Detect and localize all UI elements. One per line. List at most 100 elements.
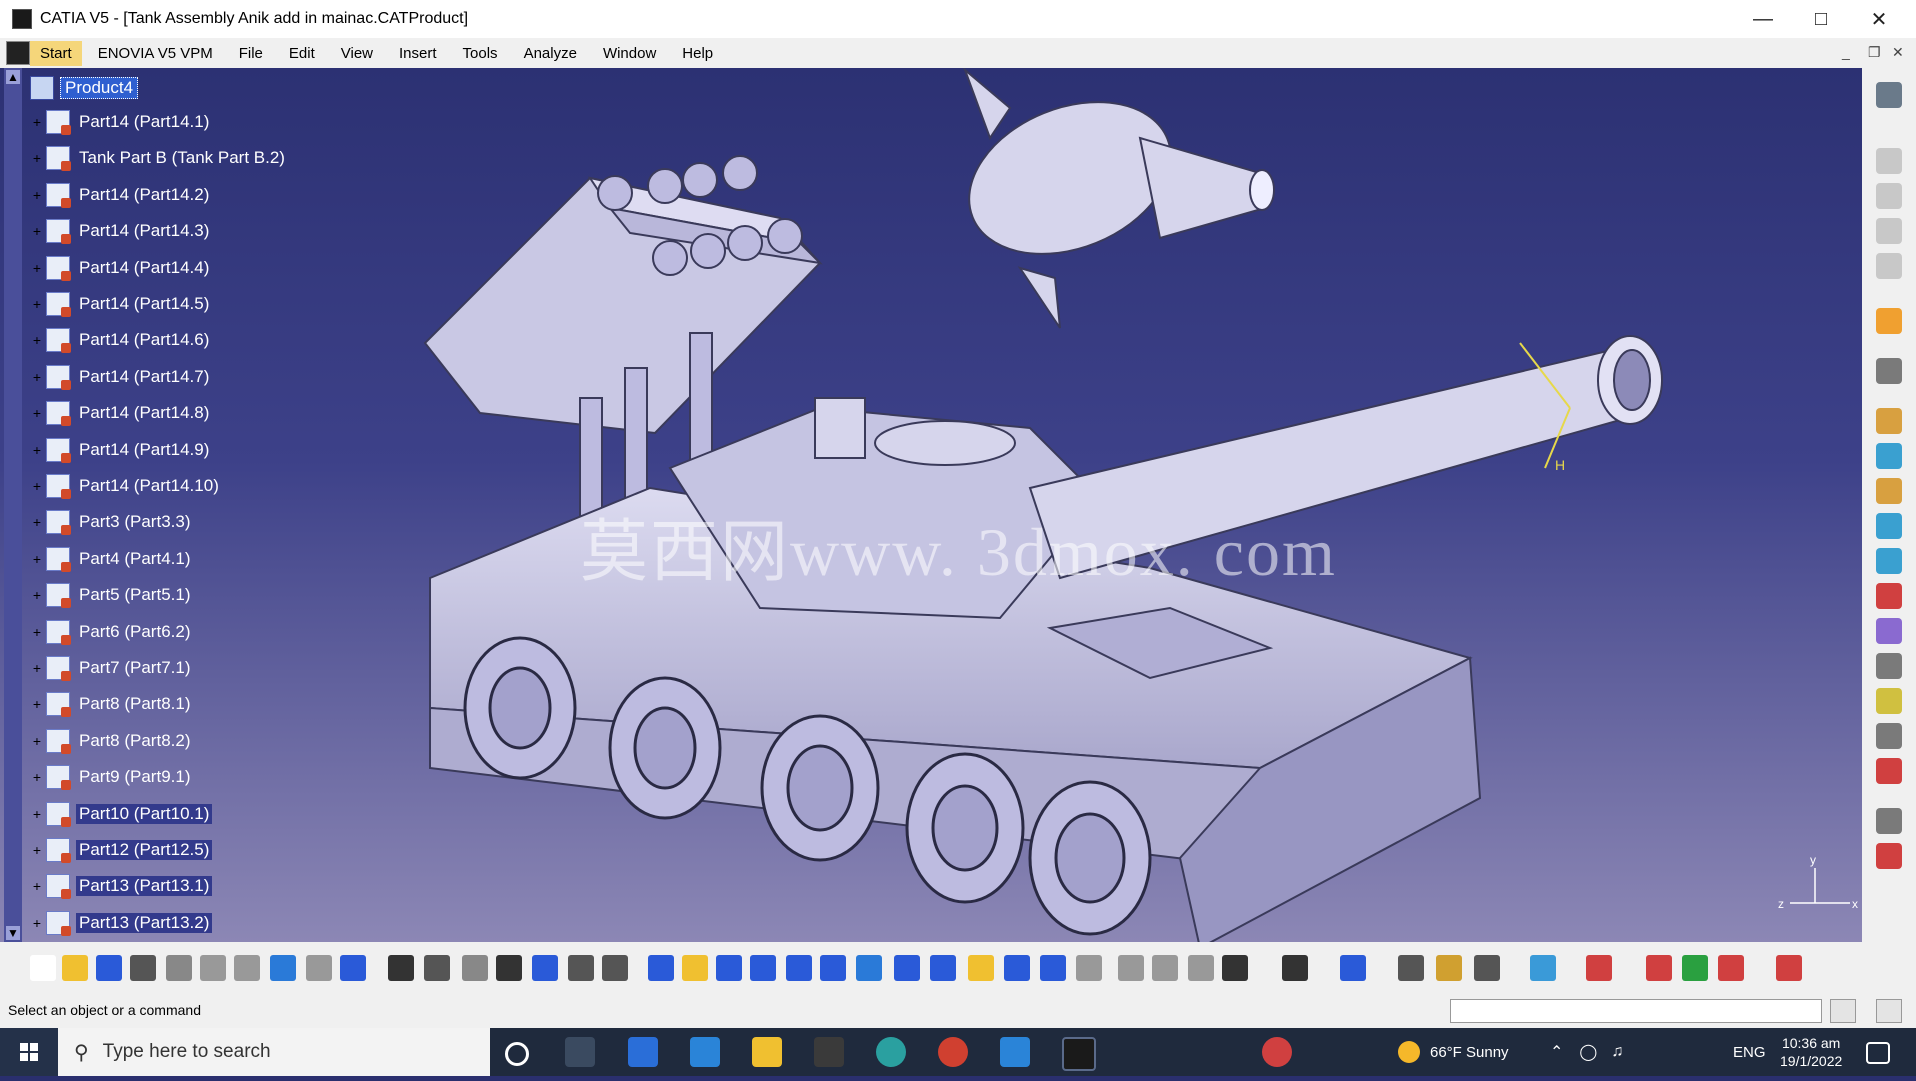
save-icon[interactable] <box>96 955 122 981</box>
multi-view-icon[interactable] <box>894 955 920 981</box>
normal-view-icon[interactable] <box>856 955 882 981</box>
menu-view[interactable]: View <box>331 41 383 66</box>
catia-menu-icon[interactable] <box>6 41 30 65</box>
section-icon[interactable] <box>1436 955 1462 981</box>
fit-all-icon[interactable] <box>682 955 708 981</box>
tree-item[interactable]: + Tank Part B (Tank Part B.2) <box>30 144 288 172</box>
tree-item[interactable]: + Part14 (Part14.1) <box>30 108 212 136</box>
catalog-browser-icon[interactable] <box>1876 688 1902 714</box>
chevron-up-icon[interactable]: ⌃ <box>1550 1042 1563 1062</box>
move-icon[interactable] <box>1876 358 1902 384</box>
tree-item[interactable]: + Part14 (Part14.8) <box>30 399 212 427</box>
existing-component-icon[interactable] <box>1876 408 1902 434</box>
tree-item[interactable]: + Part4 (Part4.1) <box>30 545 194 573</box>
table-icon[interactable] <box>496 955 522 981</box>
expand-plus-icon[interactable]: + <box>30 588 44 602</box>
menu-analyze[interactable]: Analyze <box>514 41 587 66</box>
render-icon[interactable] <box>1646 955 1672 981</box>
redo-icon[interactable] <box>306 955 332 981</box>
expand-plus-icon[interactable]: + <box>30 333 44 347</box>
expand-plus-icon[interactable]: + <box>30 916 44 930</box>
measure-between-icon[interactable] <box>1340 955 1366 981</box>
file-explorer-icon[interactable] <box>752 1037 782 1067</box>
tree-scrollbar[interactable]: ▲ ▼ <box>4 68 22 942</box>
tree-item[interactable]: + Part14 (Part14.4) <box>30 254 212 282</box>
menu-start[interactable]: Start <box>30 40 82 66</box>
menu-tools[interactable]: Tools <box>453 41 508 66</box>
tree-item[interactable]: + Part8 (Part8.1) <box>30 690 194 718</box>
network-icon[interactable]: ◯ <box>1579 1042 1597 1062</box>
settings-gear-icon[interactable] <box>1876 82 1902 108</box>
doc-close-icon[interactable]: ✕ <box>1892 44 1904 61</box>
expand-plus-icon[interactable]: + <box>30 515 44 529</box>
scroll-up-icon[interactable]: ▲ <box>6 70 20 84</box>
tree-item[interactable]: + Part6 (Part6.2) <box>30 618 194 646</box>
fly-icon[interactable] <box>648 955 674 981</box>
menu-help[interactable]: Help <box>672 41 723 66</box>
knowledge-icon[interactable] <box>424 955 450 981</box>
expand-plus-icon[interactable]: + <box>30 188 44 202</box>
catia-taskbar-icon[interactable] <box>1062 1037 1096 1071</box>
apply-material-icon[interactable] <box>1586 955 1612 981</box>
color-icon[interactable] <box>1682 955 1708 981</box>
scene-icon[interactable] <box>1118 955 1144 981</box>
cut-icon[interactable] <box>166 955 192 981</box>
tree-item[interactable]: + Part14 (Part14.2) <box>30 181 212 209</box>
doc-restore-icon[interactable]: ❐ <box>1868 44 1881 61</box>
expand-plus-icon[interactable]: + <box>30 770 44 784</box>
expand-plus-icon[interactable]: + <box>30 697 44 711</box>
rotate-icon[interactable] <box>750 955 776 981</box>
contact-icon[interactable] <box>1876 218 1902 244</box>
expand-plus-icon[interactable]: + <box>30 370 44 384</box>
tree-item[interactable]: + Part13 (Part13.2) <box>30 909 213 937</box>
menu-enovia[interactable]: ENOVIA V5 VPM <box>88 41 223 66</box>
pan-part-icon[interactable] <box>568 955 594 981</box>
assembly-constraint-icon[interactable] <box>1876 148 1902 174</box>
command-button-icon[interactable] <box>1830 999 1856 1023</box>
tool-icon[interactable] <box>462 955 488 981</box>
minimize-button[interactable]: — <box>1734 0 1792 38</box>
grid-icon[interactable] <box>1718 955 1744 981</box>
print-icon[interactable] <box>130 955 156 981</box>
expand-plus-icon[interactable]: + <box>30 224 44 238</box>
tree-item[interactable]: + Part7 (Part7.1) <box>30 654 194 682</box>
maximize-button[interactable]: □ <box>1792 0 1850 38</box>
new-part-icon[interactable] <box>1876 478 1902 504</box>
scroll-down-icon[interactable]: ▼ <box>6 926 20 940</box>
volume-icon[interactable]: ♫ <box>1611 1043 1623 1061</box>
dropbox-icon[interactable] <box>628 1037 658 1067</box>
tree-item[interactable]: + Part14 (Part14.7) <box>30 363 212 391</box>
expand-plus-icon[interactable]: + <box>30 807 44 821</box>
clash-icon[interactable] <box>1398 955 1424 981</box>
explode-icon[interactable] <box>1188 955 1214 981</box>
menu-insert[interactable]: Insert <box>389 41 447 66</box>
menu-file[interactable]: File <box>229 41 273 66</box>
tree-item[interactable]: + Part8 (Part8.2) <box>30 727 194 755</box>
task-view-icon[interactable] <box>565 1037 595 1067</box>
expand-plus-icon[interactable]: + <box>30 625 44 639</box>
insert-component-icon[interactable] <box>1282 955 1308 981</box>
generate-numbering-icon[interactable] <box>1876 583 1902 609</box>
photos-icon[interactable] <box>1000 1037 1030 1067</box>
tree-item[interactable]: + Part5 (Part5.1) <box>30 581 194 609</box>
tree-item[interactable]: + Part13 (Part13.1) <box>30 872 213 900</box>
mail-icon[interactable] <box>690 1037 720 1067</box>
fix-component-icon[interactable] <box>1876 758 1902 784</box>
zoom-out-icon[interactable] <box>820 955 846 981</box>
publish-icon[interactable] <box>1530 955 1556 981</box>
notifications-icon[interactable] <box>1866 1042 1890 1064</box>
taskbar-search-box[interactable]: ⚲ Type here to search <box>58 1028 490 1076</box>
language-indicator[interactable]: ENG <box>1733 1028 1766 1076</box>
search-command-icon[interactable] <box>1876 999 1902 1023</box>
tree-item[interactable]: + Part14 (Part14.6) <box>30 326 212 354</box>
coincidence-icon[interactable] <box>1876 183 1902 209</box>
hide-show-icon[interactable] <box>1004 955 1030 981</box>
shading-icon[interactable] <box>968 955 994 981</box>
expand-plus-icon[interactable]: + <box>30 443 44 457</box>
expand-plus-icon[interactable]: + <box>30 261 44 275</box>
expand-plus-icon[interactable]: + <box>30 879 44 893</box>
doc-minimize-icon[interactable]: _ <box>1842 44 1850 60</box>
measure-icon[interactable] <box>602 955 628 981</box>
expand-plus-icon[interactable]: + <box>30 479 44 493</box>
replace-component-icon[interactable] <box>1876 513 1902 539</box>
